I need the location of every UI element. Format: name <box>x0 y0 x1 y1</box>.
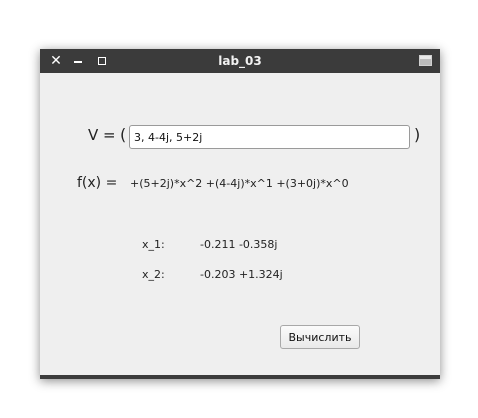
fx-label: f(x) = <box>77 175 118 191</box>
root-1-label: x_1: <box>142 238 165 251</box>
window-menu-icon[interactable] <box>419 55 432 66</box>
paren-close: ) <box>414 125 421 144</box>
v-label: V = <box>88 126 116 144</box>
paren-open: ( <box>120 125 127 144</box>
root-1-value: -0.211 -0.358j <box>200 238 278 251</box>
app-window: ✕ lab_03 V = ( ) f(x) = +(5+2j)*x^2 +(4-… <box>40 49 440 379</box>
v-input[interactable] <box>129 125 410 149</box>
compute-button[interactable]: Вычислить <box>280 325 360 349</box>
title-bar[interactable]: ✕ lab_03 <box>40 49 440 73</box>
root-2-label: x_2: <box>142 268 165 281</box>
window-title: lab_03 <box>218 54 262 68</box>
root-2-value: -0.203 +1.324j <box>200 268 283 281</box>
fx-value: +(5+2j)*x^2 +(4-4j)*x^1 +(3+0j)*x^0 <box>130 177 349 190</box>
